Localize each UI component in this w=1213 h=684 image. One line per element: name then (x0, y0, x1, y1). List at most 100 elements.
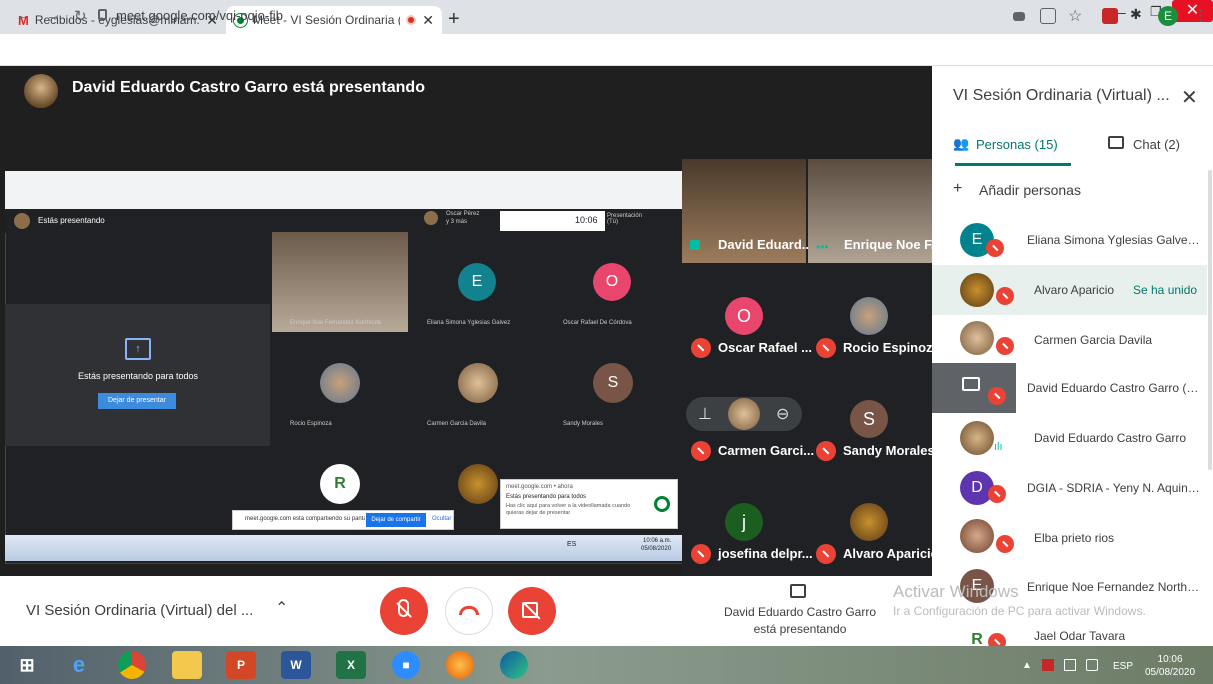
participant-avatar (960, 519, 994, 553)
muted-icon (996, 337, 1014, 355)
tile-avatar: S (850, 400, 888, 438)
shared-taskbar (5, 535, 685, 561)
translate-icon[interactable] (1040, 8, 1056, 24)
participant-name: David Eduardo Castro Garro (1034, 431, 1187, 445)
participant-row[interactable]: E Eliana Simona Yglesias Galvez ... (932, 215, 1207, 265)
participant-row[interactable]: D DGIA - SDRIA - Yeny N. Aquino ... (932, 463, 1207, 513)
pdf-extension-icon[interactable] (1102, 8, 1118, 24)
shared-popup-title: Estás presentando para todos (506, 494, 587, 500)
activation-watermark-text: Ir a Configuración de PC para activar Wi… (893, 604, 1146, 618)
tray-pdf-icon[interactable] (1042, 659, 1054, 671)
tab-people[interactable]: Personas (15) (976, 137, 1058, 152)
presenter-avatar (24, 74, 58, 108)
shared-present-label: Presentación (Tú) (607, 213, 643, 225)
present-screen-icon (962, 377, 980, 391)
shared-presenter-avatar (14, 213, 30, 229)
profile-avatar[interactable]: E (1158, 6, 1178, 26)
shared-tile-logo: R (320, 464, 360, 504)
participant-row[interactable]: Alvaro Aparicio Se ha unido (932, 265, 1207, 315)
participant-row[interactable]: Carmen Garcia Davila (932, 315, 1207, 365)
tile-name: Carmen Garci... (718, 443, 815, 458)
speaker-icon[interactable] (1086, 659, 1098, 671)
pin-icon[interactable]: ⊥ (698, 404, 712, 424)
tab-chat[interactable]: Chat (2) (1133, 137, 1180, 152)
zoom-icon[interactable]: ■ (392, 651, 420, 679)
forward-icon[interactable]: → (46, 7, 61, 24)
share-notice-text: meet.google.com está compartiendo su pan… (245, 516, 365, 522)
address-bar[interactable]: meet.google.com/vqi-pqjo-fib (116, 8, 283, 23)
close-tab-icon[interactable]: ✕ (422, 12, 434, 29)
tile-name: Rocio Espinoza (843, 340, 940, 355)
bookmark-star-icon[interactable]: ☆ (1068, 6, 1082, 26)
tray-chevron-icon[interactable]: ▲ (1022, 660, 1032, 671)
menu-icon[interactable]: ⋮ (1193, 6, 1208, 24)
language-indicator[interactable]: ESP (1113, 661, 1133, 672)
shared-caller-avatar (424, 211, 438, 225)
minimize-button[interactable]: – (1118, 4, 1126, 20)
muted-icon (988, 633, 1006, 646)
shared-tile-avatar: O (593, 263, 631, 301)
excel-icon[interactable]: X (336, 651, 366, 679)
edge-icon[interactable] (500, 651, 528, 679)
tile-avatar (850, 297, 888, 335)
share-hide-button: Ocultar (432, 516, 452, 522)
people-icon: 👥 (953, 136, 970, 151)
new-tab-button[interactable]: + (448, 8, 460, 31)
taskbar-clock[interactable]: 10:06 05/08/2020 (1145, 653, 1195, 679)
shared-taskbar-date: 05/08/2020 (641, 546, 672, 552)
close-panel-icon[interactable]: ✕ (1181, 85, 1198, 110)
ie-icon[interactable]: e (64, 651, 94, 679)
participant-row[interactable]: David Eduardo Castro Garro (pr... (932, 363, 1207, 413)
panel-scrollbar[interactable] (1208, 170, 1212, 470)
reload-icon[interactable]: ↻ (74, 7, 87, 25)
present-screen-icon[interactable] (790, 584, 806, 598)
add-people-button[interactable]: Añadir personas (979, 182, 1081, 198)
shared-tile-name: Eliana Simona Yglesias Galvez (427, 320, 511, 326)
muted-icon (986, 239, 1004, 257)
shared-lang: ES (567, 541, 577, 548)
participant-name: DGIA - SDRIA - Yeny N. Aquino ... (1027, 481, 1202, 495)
file-explorer-icon[interactable] (172, 651, 202, 679)
participant-avatar (960, 321, 994, 355)
shared-tile-name: Enrique Noe Fernandez Northcote (290, 320, 382, 326)
meeting-name[interactable]: VI Sesión Ordinaria (Virtual) del ... (26, 602, 253, 619)
muted-icon (988, 387, 1006, 405)
muted-icon (816, 338, 836, 358)
tile-avatar: O (725, 297, 763, 335)
taskbar-date: 05/08/2020 (1145, 667, 1196, 678)
camera-toggle-button[interactable] (508, 587, 556, 635)
hang-up-button[interactable] (445, 587, 493, 635)
muted-icon (988, 485, 1006, 503)
participant-row[interactable]: ılı David Eduardo Castro Garro (932, 413, 1207, 463)
shared-popup-body: Has clic aquí para volver a la videollam… (506, 503, 631, 516)
muted-icon (996, 287, 1014, 305)
chrome-icon[interactable] (118, 651, 146, 679)
shared-tile-avatar (458, 464, 498, 504)
start-windows-icon[interactable]: ⊞ (12, 651, 42, 679)
extensions-icon[interactable]: ✱ (1130, 6, 1142, 23)
powerpoint-icon[interactable]: P (226, 651, 256, 679)
word-icon[interactable]: W (281, 651, 311, 679)
shared-top-label: Estás presentando (38, 216, 105, 225)
remove-icon[interactable]: ⊖ (776, 404, 789, 424)
network-icon[interactable] (1064, 659, 1076, 671)
more-icon: ••• (816, 240, 829, 254)
participant-row[interactable]: Elba prieto rios (932, 513, 1207, 563)
firefox-icon[interactable] (446, 651, 474, 679)
chevron-up-icon[interactable]: ⌃ (275, 598, 288, 618)
mic-toggle-button[interactable] (380, 587, 428, 635)
shared-popup-site: meet.google.com • ahora (506, 484, 573, 490)
shared-tile-name: Rocio Espinoza (290, 421, 332, 427)
muted-icon (816, 544, 836, 564)
muted-icon (816, 441, 836, 461)
shared-tile-name: Carmen Garcia Davila (427, 421, 487, 427)
presenting-info[interactable]: David Eduardo Castro Garro está presenta… (720, 604, 880, 638)
tile-name: josefina delpr... (718, 546, 813, 561)
participant-avatar (960, 421, 994, 455)
back-icon[interactable]: ← (16, 7, 31, 24)
shared-tile-avatar: S (593, 363, 633, 403)
camera-icon[interactable] (1013, 12, 1025, 21)
speaking-icon (690, 240, 700, 250)
shared-caller-line2: y 3 más (446, 219, 468, 225)
muted-icon (691, 338, 711, 358)
